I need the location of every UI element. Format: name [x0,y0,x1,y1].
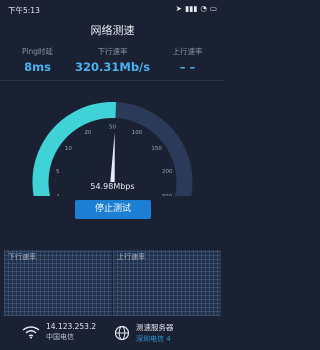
speed-readout: 54.98Mbps [90,182,135,191]
status-time: 下午5:13 [8,6,40,15]
upload-chart: 上行速率 [113,250,221,316]
gauge-tick-label: 150 [151,146,162,152]
gauge-tick-label: 100 [132,130,143,136]
signal-icon: ▮▮▮ [184,4,198,13]
stop-test-button[interactable]: 停止测试 [75,200,151,219]
gauge-tick-label: 5 [56,169,60,175]
server-value: 深圳电信 4 [136,335,171,343]
stat-upload-value: – – [179,60,196,74]
battery-icon: ▭ [209,4,217,13]
wifi-icon: ◔ [200,4,207,13]
wifi-icon [22,326,40,339]
download-chart-title: 下行速率 [8,253,36,261]
globe-icon [114,325,130,341]
stat-download: 下行速率 320.31Mb/s [75,44,150,74]
stat-ping: Ping时延 8ms [0,44,75,74]
stat-upload-label: 上行速率 [172,47,203,56]
gauge-tick-label: 1 [56,194,60,196]
status-bar: 下午5:13 ➤ ▮▮▮ ◔ ▭ [0,0,225,18]
footer: 14.123.253.2 中国电信 测速服务器 深圳电信 4 [0,318,225,350]
speed-gauge: 015102050100150200300500 [32,102,193,196]
gauge-tick-label: 50 [109,125,116,131]
upload-chart-title: 上行速率 [117,253,145,261]
server-label: 测速服务器 [136,323,174,332]
stats-row: Ping时延 8ms 下行速率 320.31Mb/s 上行速率 – – [0,44,225,76]
gauge-tick-label: 20 [84,130,91,136]
ip-address: 14.123.253.2 [46,322,97,331]
location-icon: ➤ [175,4,182,13]
stat-ping-label: Ping时延 [22,47,53,56]
footer-ip: 14.123.253.2 中国电信 [22,322,96,342]
page-title: 网络测速 [90,24,135,37]
stat-ping-value: 8ms [24,60,51,74]
isp-name: 中国电信 [46,333,74,341]
stat-download-value: 320.31Mb/s [75,60,151,74]
gauge-tick-label: 10 [65,146,72,152]
stat-download-label: 下行速率 [97,47,128,56]
stat-upload: 上行速率 – – [150,44,225,74]
divider [0,80,225,81]
gauge-tick-label: 200 [162,169,173,175]
gauge-tick-label: 300 [162,194,173,196]
footer-server[interactable]: 测速服务器 深圳电信 4 [114,322,174,344]
download-chart: 下行速率 [4,250,112,316]
gauge-needle [110,132,115,183]
status-icons: ➤ ▮▮▮ ◔ ▭ [176,4,217,13]
